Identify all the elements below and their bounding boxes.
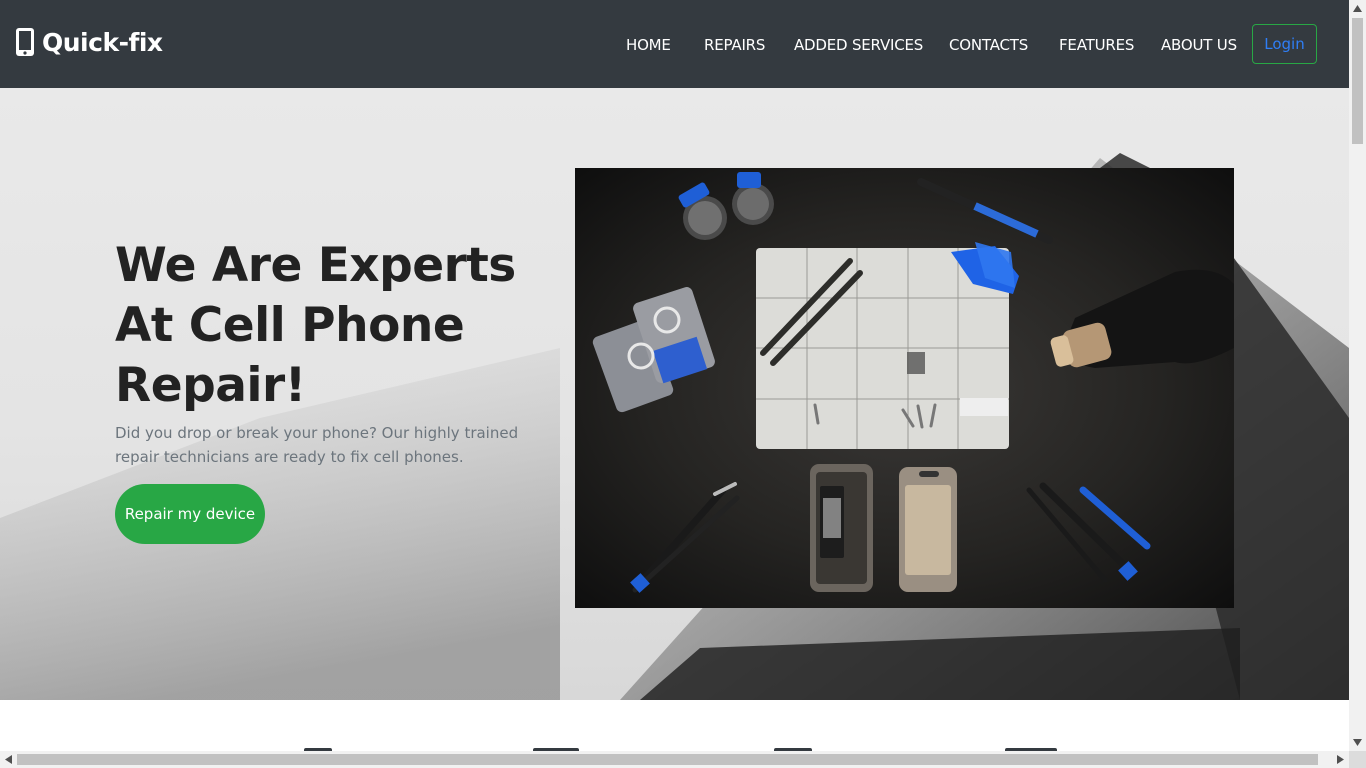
repair-my-device-button[interactable]: Repair my device — [115, 484, 265, 544]
scrollbar-corner — [1349, 751, 1366, 768]
nav-contacts[interactable]: CONTACTS — [949, 36, 1028, 54]
scroll-up-arrow-icon[interactable] — [1353, 5, 1362, 12]
login-button[interactable]: Login — [1252, 24, 1317, 64]
scroll-left-arrow-icon[interactable] — [5, 755, 12, 764]
scroll-down-arrow-icon[interactable] — [1353, 739, 1362, 746]
phone-repair-tools-photo — [575, 168, 1234, 608]
brand-logo[interactable]: Quick-fix — [15, 26, 163, 58]
page: Quick-fix HOME REPAIRS ADDED SERVICES CO… — [0, 0, 1349, 751]
hero-section: We Are Experts At Cell Phone Repair! Did… — [0, 88, 1349, 700]
nav-home[interactable]: HOME — [626, 36, 671, 54]
mobile-phone-icon — [16, 28, 34, 56]
navbar: Quick-fix HOME REPAIRS ADDED SERVICES CO… — [0, 0, 1349, 88]
hero-subtitle: Did you drop or break your phone? Our hi… — [115, 424, 519, 466]
vertical-scroll-thumb[interactable] — [1352, 18, 1363, 144]
nav-about-us[interactable]: ABOUT US — [1161, 36, 1237, 54]
scroll-right-arrow-icon[interactable] — [1337, 755, 1344, 764]
horizontal-scroll-thumb[interactable] — [17, 754, 1318, 765]
repair-tools-illustration — [592, 172, 1234, 593]
brand-name: Quick-fix — [42, 27, 163, 57]
horizontal-scrollbar[interactable] — [0, 751, 1349, 768]
nav-features[interactable]: FEATURES — [1059, 36, 1134, 54]
nav-added-services[interactable]: ADDED SERVICES — [794, 36, 923, 54]
vertical-scrollbar[interactable] — [1349, 0, 1366, 751]
nav-repairs[interactable]: REPAIRS — [704, 36, 765, 54]
hero-title: We Are Experts At Cell Phone Repair! — [115, 238, 516, 413]
